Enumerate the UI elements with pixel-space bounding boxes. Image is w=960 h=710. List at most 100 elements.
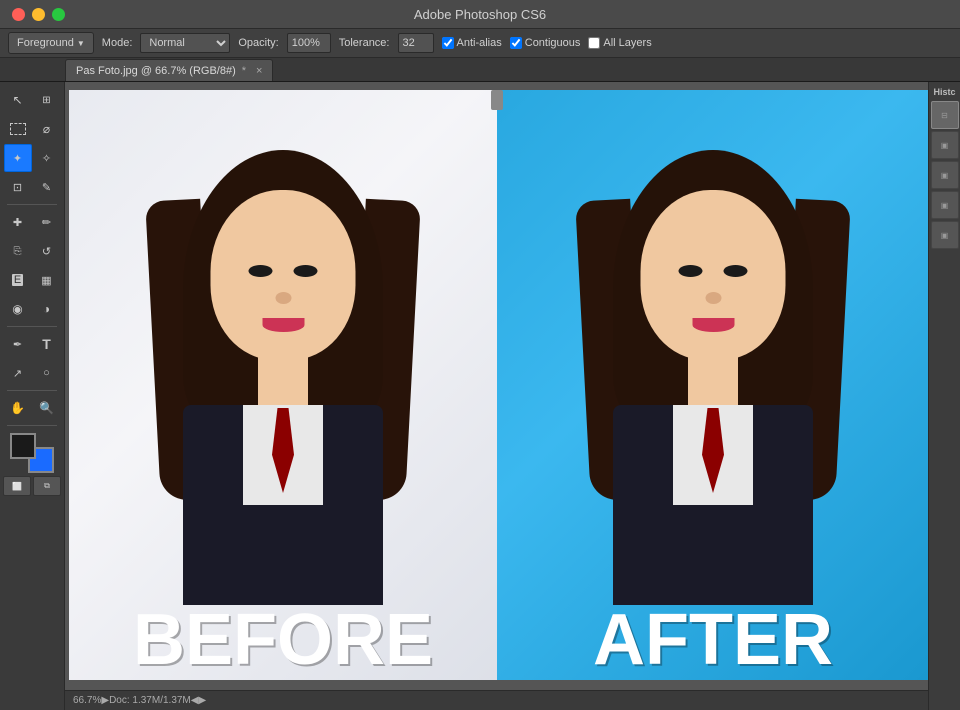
history-brush-button[interactable]: ↺: [33, 237, 61, 265]
face-before: [211, 190, 356, 360]
nav-right-icon: ▶: [198, 695, 206, 706]
history-thumb-2: ▣: [941, 171, 949, 180]
all-layers-checkbox[interactable]: [588, 37, 600, 49]
move-tool-button[interactable]: ↖: [4, 86, 32, 114]
anti-alias-checkbox[interactable]: [442, 37, 454, 49]
before-panel: BEFORE: [69, 90, 497, 680]
foreground-color-swatch[interactable]: [10, 433, 36, 459]
pen-tool-button[interactable]: ✒: [4, 330, 32, 358]
tolerance-input[interactable]: [398, 33, 434, 53]
color-swatch-container: [10, 433, 54, 473]
eye-right-before: [294, 265, 318, 277]
tab-close-button[interactable]: ×: [256, 65, 262, 77]
zoom-icon: 🔍: [39, 401, 54, 415]
split-handle[interactable]: [491, 90, 503, 110]
tab-modified-indicator: *: [242, 65, 246, 77]
tool-separator-3: [7, 390, 57, 391]
history-thumb-1: ▣: [941, 141, 949, 150]
zoom-tool-button[interactable]: 🔍: [33, 394, 61, 422]
blur-tool-button[interactable]: ◉: [4, 295, 32, 323]
anti-alias-checkbox-label[interactable]: Anti-alias: [442, 37, 502, 49]
nose-before: [275, 292, 291, 304]
minimize-button[interactable]: [32, 8, 45, 21]
maximize-button[interactable]: [52, 8, 65, 21]
right-panel: Histc ⊟ ▣ ▣ ▣ ▣: [928, 82, 960, 710]
eye-left-before: [249, 265, 273, 277]
history-item-3[interactable]: ▣: [931, 191, 959, 219]
before-portrait: [133, 150, 433, 600]
contiguous-checkbox-label[interactable]: Contiguous: [510, 37, 581, 49]
shape-tool-button[interactable]: ○: [33, 359, 61, 387]
crop-tool-button[interactable]: ⊡: [4, 173, 32, 201]
canvas-scroll[interactable]: BEFORE: [65, 82, 928, 710]
tool-separator-2: [7, 326, 57, 327]
dodge-tool-button[interactable]: ◑: [33, 295, 61, 323]
eye-left-after: [679, 265, 703, 277]
brush-tool-button[interactable]: ✏: [33, 208, 61, 236]
opacity-label: Opacity:: [238, 37, 278, 49]
doc-info: Doc: 1.37M/1.37M: [109, 695, 191, 706]
zoom-level: 66.7%: [73, 695, 101, 706]
path-select-icon: ↗: [13, 367, 22, 380]
window-controls[interactable]: [12, 8, 65, 21]
tool-separator-1: [7, 204, 57, 205]
marquee-tool-button[interactable]: [4, 115, 32, 143]
canvas-area: BEFORE: [65, 82, 928, 710]
hand-tool-button[interactable]: ✋: [4, 394, 32, 422]
crop-icon: ⊡: [13, 181, 22, 194]
path-select-button[interactable]: ↗: [4, 359, 32, 387]
tool-preset-label: Foreground: [17, 37, 74, 49]
document-tab[interactable]: Pas Foto.jpg @ 66.7% (RGB/8#) * ×: [65, 59, 273, 81]
shape-icon: ○: [43, 367, 50, 379]
contiguous-checkbox[interactable]: [510, 37, 522, 49]
eraser-icon: E: [12, 274, 23, 286]
app-title: Adobe Photoshop CS6: [414, 7, 546, 22]
history-panel-header: Histc: [931, 84, 957, 100]
after-label: AFTER: [497, 604, 928, 680]
tool-preset-button[interactable]: Foreground ▼: [8, 32, 94, 54]
neck-after: [688, 350, 738, 410]
lasso-tool-button[interactable]: ⌀: [33, 115, 61, 143]
fill-tool-button[interactable]: ▦: [33, 266, 61, 294]
text-tool-button[interactable]: T: [33, 330, 61, 358]
mode-select[interactable]: Normal: [140, 33, 230, 53]
opacity-input[interactable]: [287, 33, 331, 53]
history-panel-collapse-button[interactable]: ⊟: [931, 101, 959, 129]
screen-mode-button[interactable]: ⧉: [33, 476, 61, 496]
artboard-tool-button[interactable]: ⊞: [33, 86, 61, 114]
tool-separator-4: [7, 425, 57, 426]
all-layers-checkbox-label[interactable]: All Layers: [588, 37, 651, 49]
mode-icons: ⬜ ⧉: [3, 476, 61, 496]
move-icon: ↖: [12, 93, 22, 107]
history-item-4[interactable]: ▣: [931, 221, 959, 249]
quick-mask-button[interactable]: ⬜: [3, 476, 31, 496]
magic-wand-button[interactable]: ✧: [33, 144, 61, 172]
after-portrait: [563, 150, 863, 600]
tab-bar: Pas Foto.jpg @ 66.7% (RGB/8#) * ×: [0, 58, 960, 82]
close-button[interactable]: [12, 8, 25, 21]
mouth-after: [692, 318, 734, 332]
magic-wand-icon: ✧: [42, 152, 51, 165]
heal-tool-button[interactable]: ✚: [4, 208, 32, 236]
pen-icon: ✒: [13, 338, 22, 351]
zoom-arrow: ▶: [101, 695, 109, 706]
history-item-1[interactable]: ▣: [931, 131, 959, 159]
tab-filename: Pas Foto.jpg @ 66.7% (RGB/8#): [76, 65, 236, 77]
after-panel: AFTER: [497, 90, 928, 680]
quick-select-button[interactable]: ✦: [4, 144, 32, 172]
main-layout: ↖ ⊞ ⌀ ✦ ✧ ⊡: [0, 82, 960, 710]
mouth-before: [262, 318, 304, 332]
title-bar: Adobe Photoshop CS6: [0, 0, 960, 28]
fill-icon: ▦: [41, 274, 51, 287]
eyedropper-tool-button[interactable]: ✎: [33, 173, 61, 201]
toolbar-left: ↖ ⊞ ⌀ ✦ ✧ ⊡: [0, 82, 65, 710]
eraser-tool-button[interactable]: E: [4, 266, 32, 294]
options-bar: Foreground ▼ Mode: Normal Opacity: Toler…: [0, 28, 960, 58]
clone-tool-button[interactable]: ⎘: [4, 237, 32, 265]
eye-right-after: [724, 265, 748, 277]
brush-icon: ✏: [42, 216, 51, 229]
history-item-2[interactable]: ▣: [931, 161, 959, 189]
history-brush-icon: ↺: [42, 245, 51, 258]
dodge-icon: ◑: [43, 302, 50, 316]
mode-label: Mode:: [102, 37, 133, 49]
